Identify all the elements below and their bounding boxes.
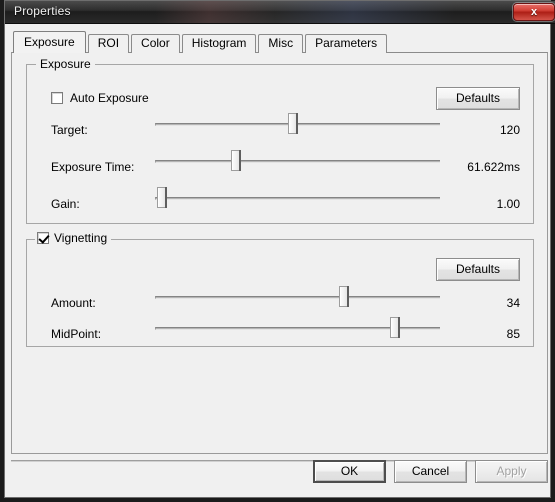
gain-slider-track[interactable] bbox=[155, 197, 440, 200]
apply-button[interactable]: Apply bbox=[475, 460, 548, 483]
tab-color[interactable]: Color bbox=[131, 34, 180, 53]
vignetting-defaults-button[interactable]: Defaults bbox=[436, 258, 520, 281]
tab-exposure[interactable]: Exposure bbox=[13, 31, 86, 53]
exposure-time-slider-thumb[interactable] bbox=[230, 150, 241, 171]
exposure-time-value: 61.622ms bbox=[467, 160, 520, 174]
window-title: Properties bbox=[14, 4, 71, 18]
auto-exposure-checkbox[interactable] bbox=[51, 92, 63, 104]
tab-parameters[interactable]: Parameters bbox=[305, 34, 388, 53]
close-icon[interactable]: x bbox=[513, 3, 555, 21]
cancel-button[interactable]: Cancel bbox=[394, 460, 467, 483]
auto-exposure-checkbox-row[interactable]: Auto Exposure bbox=[51, 91, 149, 105]
vignetting-group-box: Vignetting Defaults Amount: 34 MidPoint:… bbox=[26, 231, 534, 347]
midpoint-slider[interactable] bbox=[155, 317, 440, 339]
amount-slider[interactable] bbox=[155, 286, 440, 308]
vignetting-group-title: Vignetting bbox=[54, 231, 108, 245]
midpoint-value: 85 bbox=[506, 327, 520, 341]
target-slider-thumb[interactable] bbox=[287, 113, 298, 134]
gain-slider-thumb[interactable] bbox=[156, 187, 167, 208]
gain-slider[interactable] bbox=[155, 187, 440, 209]
exposure-group-title: Exposure bbox=[36, 57, 95, 71]
gain-value: 1.00 bbox=[496, 197, 520, 211]
midpoint-label: MidPoint: bbox=[51, 327, 102, 341]
exposure-group-box: Exposure Auto Exposure Defaults Target: … bbox=[26, 57, 534, 224]
gain-label: Gain: bbox=[51, 197, 80, 211]
target-slider[interactable] bbox=[155, 113, 440, 135]
amount-label: Amount: bbox=[51, 296, 96, 310]
amount-value: 34 bbox=[506, 296, 520, 310]
exposure-defaults-button[interactable]: Defaults bbox=[436, 87, 520, 110]
target-value: 120 bbox=[499, 123, 520, 137]
vignetting-checkbox[interactable] bbox=[37, 232, 49, 244]
tab-histogram[interactable]: Histogram bbox=[181, 34, 257, 53]
tab-page-exposure: Exposure Auto Exposure Defaults Target: … bbox=[11, 52, 548, 454]
dialog-inner-frame: Properties x Exposure ROI Color Histogra… bbox=[4, 0, 555, 498]
exposure-time-label: Exposure Time: bbox=[51, 160, 135, 174]
tab-roi[interactable]: ROI bbox=[87, 34, 130, 53]
tab-bar: Exposure ROI Color Histogram Misc Parame… bbox=[13, 31, 389, 53]
amount-slider-track[interactable] bbox=[155, 296, 440, 299]
ok-button[interactable]: OK bbox=[313, 460, 386, 483]
midpoint-slider-thumb[interactable] bbox=[390, 317, 401, 338]
exposure-time-slider[interactable] bbox=[155, 150, 440, 172]
target-label: Target: bbox=[51, 123, 88, 137]
tab-misc[interactable]: Misc bbox=[258, 34, 304, 53]
properties-dialog-window: Properties x Exposure ROI Color Histogra… bbox=[0, 0, 555, 502]
auto-exposure-label: Auto Exposure bbox=[70, 91, 149, 105]
title-bar-sheen bbox=[155, 1, 455, 23]
title-bar[interactable]: Properties x bbox=[5, 1, 555, 24]
exposure-time-slider-track[interactable] bbox=[155, 160, 440, 163]
vignetting-group-title-row[interactable]: Vignetting bbox=[35, 231, 112, 245]
amount-slider-thumb[interactable] bbox=[339, 286, 350, 307]
